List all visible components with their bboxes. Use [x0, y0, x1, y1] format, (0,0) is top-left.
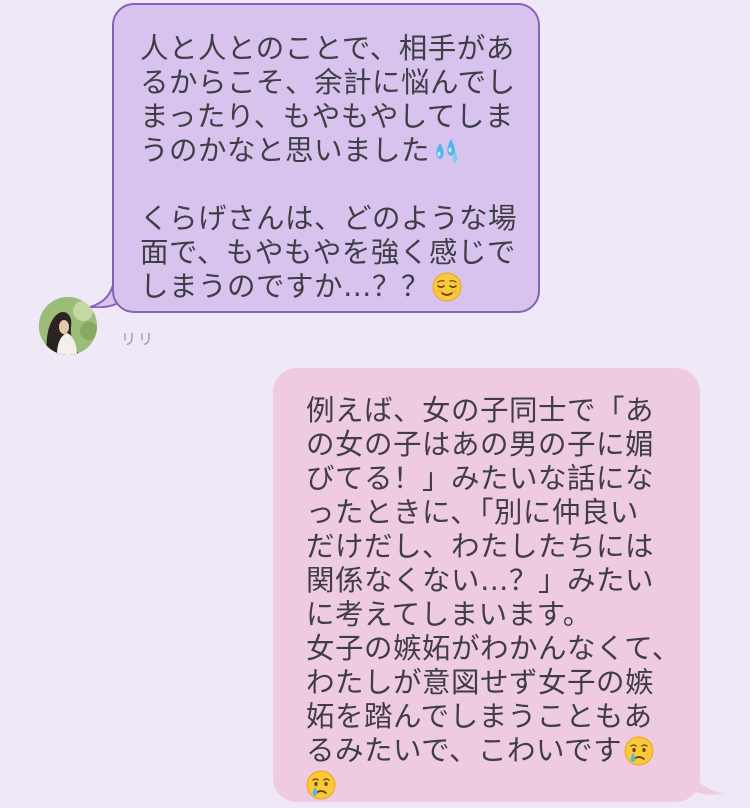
received-line: くらげさんは、どのような場	[140, 202, 518, 235]
relieved-face-emoji	[432, 272, 462, 302]
received-line: 面で、もやもやを強く感じで	[140, 236, 516, 269]
crying-face-emoji	[306, 770, 336, 800]
sent-line: わたしが意図せず女子の嫉	[306, 666, 655, 699]
sent-message-bubble[interactable]: 例えば、女の子同士で「あ の女の子はあの男の子に媚 びてる！」みたいな話にな っ…	[273, 368, 700, 802]
received-line: しまうのですか…？？	[140, 270, 431, 303]
sender-avatar[interactable]	[39, 297, 97, 355]
received-message-text: 人と人とのことで、相手があ るからこそ、余計に悩んでし まったり、もやもやしてし…	[140, 32, 530, 304]
crying-face-emoji	[624, 736, 654, 766]
sent-line: に考えてしまいます。	[306, 598, 592, 631]
sent-line: るみたいで、こわいです	[306, 734, 623, 767]
received-line: 人と人とのことで、相手があ	[140, 32, 515, 65]
avatar-photo	[39, 297, 97, 355]
sent-line: 女子の嫉妬がわかんなくて、	[306, 632, 681, 665]
received-line: うのかなと思いました	[140, 134, 431, 167]
received-message-bubble[interactable]: 人と人とのことで、相手があ るからこそ、余計に悩んでし まったり、もやもやしてし…	[112, 3, 540, 313]
sent-line: ったときに、「別に仲良い	[306, 496, 639, 529]
sent-line: 関係なくない…？」みたい	[306, 564, 655, 597]
sent-line: 例えば、女の子同士で「あ	[306, 394, 655, 427]
sent-message-text: 例えば、女の子同士で「あ の女の子はあの男の子に媚 びてる！」みたいな話にな っ…	[306, 394, 691, 802]
received-line: るからこそ、余計に悩んでし	[140, 66, 516, 99]
sender-name: リリ	[121, 330, 156, 348]
sent-line: の女の子はあの男の子に媚	[306, 428, 655, 461]
sent-line: だけだし、わたしたちには	[306, 530, 655, 563]
sent-line: びてる！」みたいな話にな	[306, 462, 655, 495]
sent-bubble-tail	[688, 760, 724, 795]
sweat-droplets-emoji	[432, 136, 462, 166]
sent-line: 妬を踏んでしまうこともあ	[306, 700, 653, 733]
received-line: まったり、もやもやしてしま	[140, 100, 514, 133]
